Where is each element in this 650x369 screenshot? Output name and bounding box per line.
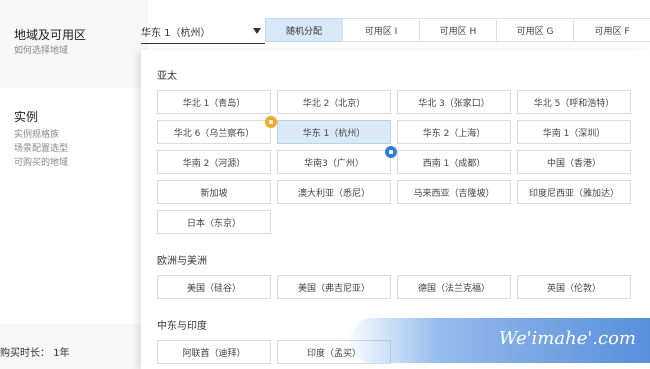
group-title-middle-east-india: 中东与印度 — [157, 321, 207, 332]
zone-option[interactable]: 华南 1（深圳） — [517, 120, 631, 144]
zone-option[interactable]: 美国（弗吉尼亚） — [277, 275, 391, 299]
group-title-europe-americas: 欧洲与美洲 — [157, 256, 207, 267]
zone-option[interactable]: 华东 1（杭州） — [277, 120, 391, 144]
zone-option[interactable]: 英国（伦敦） — [517, 275, 631, 299]
zone-option[interactable]: 西南 1（成都） — [397, 150, 511, 174]
zone-option[interactable]: 日本（东京） — [157, 210, 271, 234]
caret-down-icon — [253, 28, 261, 34]
region-select[interactable]: 华东 1（杭州） — [141, 18, 265, 44]
zone-option[interactable]: 华北 5（呼和浩特） — [517, 90, 631, 114]
watermark-text: We'imahe'.com — [498, 328, 636, 349]
zone-option[interactable]: 新加坡 — [157, 180, 271, 204]
zone-option[interactable]: 中国（香港） — [517, 150, 631, 174]
region-select-value: 华东 1（杭州） — [141, 28, 211, 39]
purchase-duration: 购买时长： 1年 — [0, 344, 70, 359]
region-help-link[interactable]: 如何选择地域 — [14, 44, 68, 58]
zone-option[interactable]: 澳大利亚（悉尼） — [277, 180, 391, 204]
duration-label: 购买时长： — [0, 348, 50, 359]
zone-option[interactable]: 马来西亚（吉隆坡） — [397, 180, 511, 204]
group-title-asia-pacific: 亚太 — [157, 71, 177, 82]
instance-section: 实例 实例规格族 场景配置选型 可购买的地域 — [0, 88, 148, 324]
purchasable-regions-link[interactable]: 可购买的地域 — [14, 156, 68, 170]
zone-option[interactable]: 印度尼西亚（雅加达） — [517, 180, 631, 204]
tag-blue-icon — [385, 146, 397, 158]
zone-option[interactable]: 华北 2（北京） — [277, 90, 391, 114]
watermark: We'imahe'.com — [350, 318, 650, 363]
zone-option[interactable]: 华北 1（青岛） — [157, 90, 271, 114]
zone-option[interactable]: 华东 2（上海） — [397, 120, 511, 144]
tab-random[interactable]: 随机分配 — [265, 18, 343, 42]
tab-zone-i[interactable]: 可用区 I — [342, 18, 420, 42]
zone-option[interactable]: 德国（法兰克福） — [397, 275, 511, 299]
region-section-title: 地域及可用区 — [14, 28, 87, 42]
tab-zone-g[interactable]: 可用区 G — [496, 18, 574, 42]
zone-option[interactable]: 华南3（广州） — [277, 146, 397, 174]
zone-option[interactable]: 华北 6（乌兰察布） — [157, 116, 277, 144]
tab-zone-h[interactable]: 可用区 H — [419, 18, 497, 42]
left-sidebar: 地域及可用区 如何选择地域 实例 实例规格族 场景配置选型 可购买的地域 购买时… — [0, 0, 148, 369]
tab-zone-f[interactable]: 可用区 F — [573, 18, 650, 42]
zone-option[interactable]: 华北 3（张家口） — [397, 90, 511, 114]
zone-option[interactable]: 美国（硅谷） — [157, 275, 271, 299]
zone-option[interactable]: 阿联酋（迪拜） — [157, 340, 271, 364]
tag-orange-icon — [265, 116, 277, 128]
zone-option[interactable]: 华南 2（河源） — [157, 150, 271, 174]
instance-family-link[interactable]: 实例规格族 — [14, 128, 59, 142]
zone-tabs: 随机分配 可用区 I 可用区 H 可用区 G 可用区 F — [265, 18, 650, 42]
duration-value: 1年 — [53, 348, 70, 359]
scenario-config-link[interactable]: 场景配置选型 — [14, 142, 68, 156]
instance-section-title: 实例 — [14, 110, 39, 124]
